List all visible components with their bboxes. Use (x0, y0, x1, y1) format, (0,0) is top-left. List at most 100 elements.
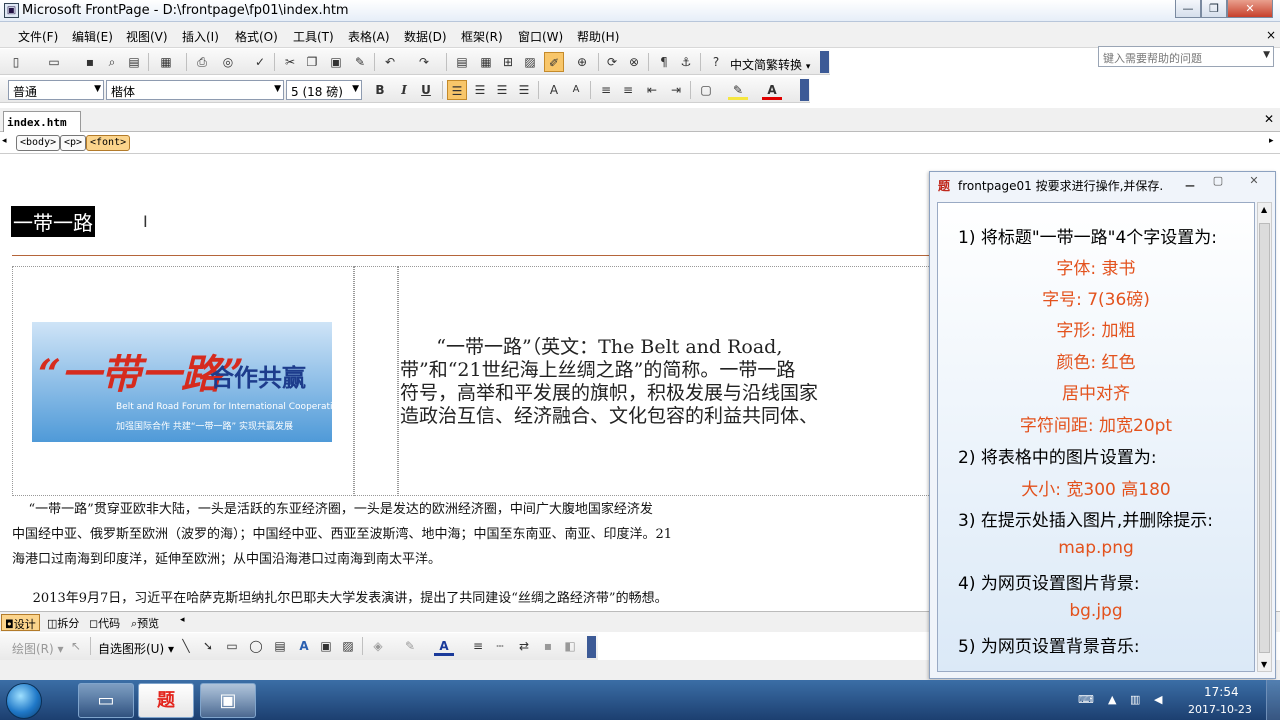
web-component-icon[interactable]: ▦ (156, 52, 176, 72)
draw-menu-button[interactable]: 绘图(R) ▾ (12, 640, 64, 657)
underline-button[interactable]: U (416, 80, 436, 100)
3d-icon[interactable]: ◧ (560, 636, 580, 656)
arrow-style-icon[interactable]: ⇄ (514, 636, 534, 656)
tab-code[interactable]: ◻代码 (86, 614, 123, 631)
increase-font-icon[interactable]: A (544, 80, 564, 100)
help-icon[interactable]: ? (706, 52, 726, 72)
help-search-box[interactable]: 键入需要帮助的问题 ▼ (1098, 46, 1274, 67)
close-button[interactable]: ✕ (1227, 0, 1273, 18)
bullet-list-icon[interactable]: ≡ (618, 80, 638, 100)
explorer-taskbar-item[interactable]: ▭ (78, 683, 134, 718)
toolbar-options-handle[interactable] (820, 51, 829, 73)
menu-insert[interactable]: 插入(I) (182, 28, 219, 45)
tab-preview[interactable]: ⌕预览 (128, 614, 162, 631)
tag-scroll-left-icon[interactable]: ◂ (2, 136, 7, 146)
chinese-conversion-button[interactable]: 中文简繁转换 ▾ (730, 56, 810, 73)
insert-layer-icon[interactable]: ▤ (452, 52, 472, 72)
anchor-icon[interactable]: ⚓ (676, 52, 696, 72)
belt-road-banner-image[interactable]: “一带一路” 合作共赢 Belt and Road Forum for Inte… (32, 322, 332, 442)
drawing-font-color-icon[interactable]: A (434, 636, 454, 656)
preview-icon[interactable]: ◎ (218, 52, 238, 72)
tab-index-htm[interactable]: index.htm (3, 111, 81, 132)
close-document-icon[interactable]: × (1266, 28, 1276, 42)
font-size-select[interactable]: 5 (18 磅) ▼ (286, 80, 362, 100)
save-icon[interactable]: ▪ (80, 52, 100, 72)
toolbar-options-handle[interactable] (587, 636, 596, 658)
redo-icon[interactable]: ↷ (414, 52, 434, 72)
task-minimize-button[interactable]: ▁ (1179, 174, 1201, 190)
network-icon[interactable]: ▥ (1130, 693, 1140, 706)
scroll-down-icon[interactable]: ▼ (1261, 660, 1267, 669)
keyboard-icon[interactable]: ⌨ (1078, 693, 1094, 706)
hscroll-left-icon[interactable]: ◂ (180, 615, 185, 625)
shadow-icon[interactable]: ▪ (538, 636, 558, 656)
increase-indent-icon[interactable]: ⇥ (666, 80, 686, 100)
align-left-icon[interactable]: ☰ (447, 80, 467, 100)
insert-picture-icon[interactable]: ▨ (520, 52, 540, 72)
search-icon[interactable]: ⌕ (102, 52, 122, 72)
decrease-font-icon[interactable]: A (566, 80, 586, 100)
dash-style-icon[interactable]: ┅ (490, 636, 510, 656)
frontpage-app-icon[interactable]: ▣ (4, 3, 19, 18)
task-scrollbar[interactable]: ▲ ▼ (1257, 202, 1272, 672)
page-heading-selected[interactable]: 一带一路 (11, 206, 95, 237)
align-center-icon[interactable]: ☰ (470, 80, 490, 100)
menu-table[interactable]: 表格(A) (348, 28, 390, 45)
copy-icon[interactable]: ❐ (302, 52, 322, 72)
picture-icon[interactable]: ▨ (338, 636, 358, 656)
autoshapes-button[interactable]: 自选图形(U) ▾ (98, 640, 174, 657)
style-select[interactable]: 普通 ▼ (8, 80, 104, 100)
highlight-icon[interactable]: ✎ (728, 80, 748, 100)
decrease-indent-icon[interactable]: ⇤ (642, 80, 662, 100)
justify-icon[interactable]: ☰ (514, 80, 534, 100)
paste-icon[interactable]: ▣ (326, 52, 346, 72)
menu-format[interactable]: 格式(O) (235, 28, 278, 45)
print-icon[interactable]: ⎙ (192, 52, 212, 72)
tab-split[interactable]: ◫拆分 (44, 614, 82, 631)
tag-body[interactable]: <body> (16, 135, 61, 151)
minimize-button[interactable]: — (1175, 0, 1201, 18)
numbered-list-icon[interactable]: ≡ (596, 80, 616, 100)
frontpage-taskbar-item[interactable]: ▣ (200, 683, 256, 718)
menu-tools[interactable]: 工具(T) (293, 28, 334, 45)
menu-window[interactable]: 窗口(W) (518, 28, 563, 45)
font-select[interactable]: 楷体 ▼ (106, 80, 284, 100)
rectangle-icon[interactable]: ▭ (222, 636, 242, 656)
align-right-icon[interactable]: ☰ (492, 80, 512, 100)
paragraph-marks-icon[interactable]: ¶ (654, 52, 674, 72)
menu-help[interactable]: 帮助(H) (577, 28, 619, 45)
task-maximize-button[interactable]: ▢ (1207, 174, 1229, 190)
restore-button[interactable]: ❐ (1201, 0, 1227, 18)
menu-edit[interactable]: 编辑(E) (72, 28, 113, 45)
tray-expand-icon[interactable]: ▲ (1108, 693, 1116, 706)
task-taskbar-item[interactable]: 题 (138, 683, 194, 718)
line-icon[interactable]: ╲ (176, 636, 196, 656)
chevron-down-icon[interactable]: ▼ (1263, 50, 1270, 60)
insert-hyperlink-icon[interactable]: ⊕ (572, 52, 592, 72)
start-button[interactable] (6, 683, 42, 719)
tab-design[interactable]: ◘设计 (1, 614, 40, 631)
table-cell-spacer[interactable] (354, 266, 398, 496)
layout-table-icon[interactable]: ⊞ (498, 52, 518, 72)
arrow-icon[interactable]: ➘ (198, 636, 218, 656)
tag-p[interactable]: <p> (60, 135, 87, 151)
menu-frames[interactable]: 框架(R) (461, 28, 503, 45)
cut-icon[interactable]: ✂ (280, 52, 300, 72)
line-color-icon[interactable]: ✎ (400, 636, 420, 656)
show-desktop-button[interactable] (1266, 680, 1280, 720)
format-painter-icon[interactable]: ✎ (350, 52, 370, 72)
drawing-icon[interactable]: ✐ (544, 52, 564, 72)
task-close-button[interactable]: ✕ (1243, 174, 1265, 190)
scroll-up-icon[interactable]: ▲ (1261, 205, 1267, 214)
italic-button[interactable]: I (394, 80, 414, 100)
clip-art-icon[interactable]: ▣ (316, 636, 336, 656)
spelling-icon[interactable]: ✓ (250, 52, 270, 72)
bold-button[interactable]: B (370, 80, 390, 100)
tag-scroll-right-icon[interactable]: ▸ (1269, 136, 1274, 146)
menu-data[interactable]: 数据(D) (404, 28, 447, 45)
undo-icon[interactable]: ↶ (380, 52, 400, 72)
font-color-icon[interactable]: A (762, 80, 782, 100)
new-page-icon[interactable]: ▯ (6, 52, 26, 72)
fill-color-icon[interactable]: ◈ (368, 636, 388, 656)
task-instructions-window[interactable]: 题 frontpage01 按要求进行操作,并保存. ▁ ▢ ✕ 1) 将标题"… (929, 171, 1276, 679)
